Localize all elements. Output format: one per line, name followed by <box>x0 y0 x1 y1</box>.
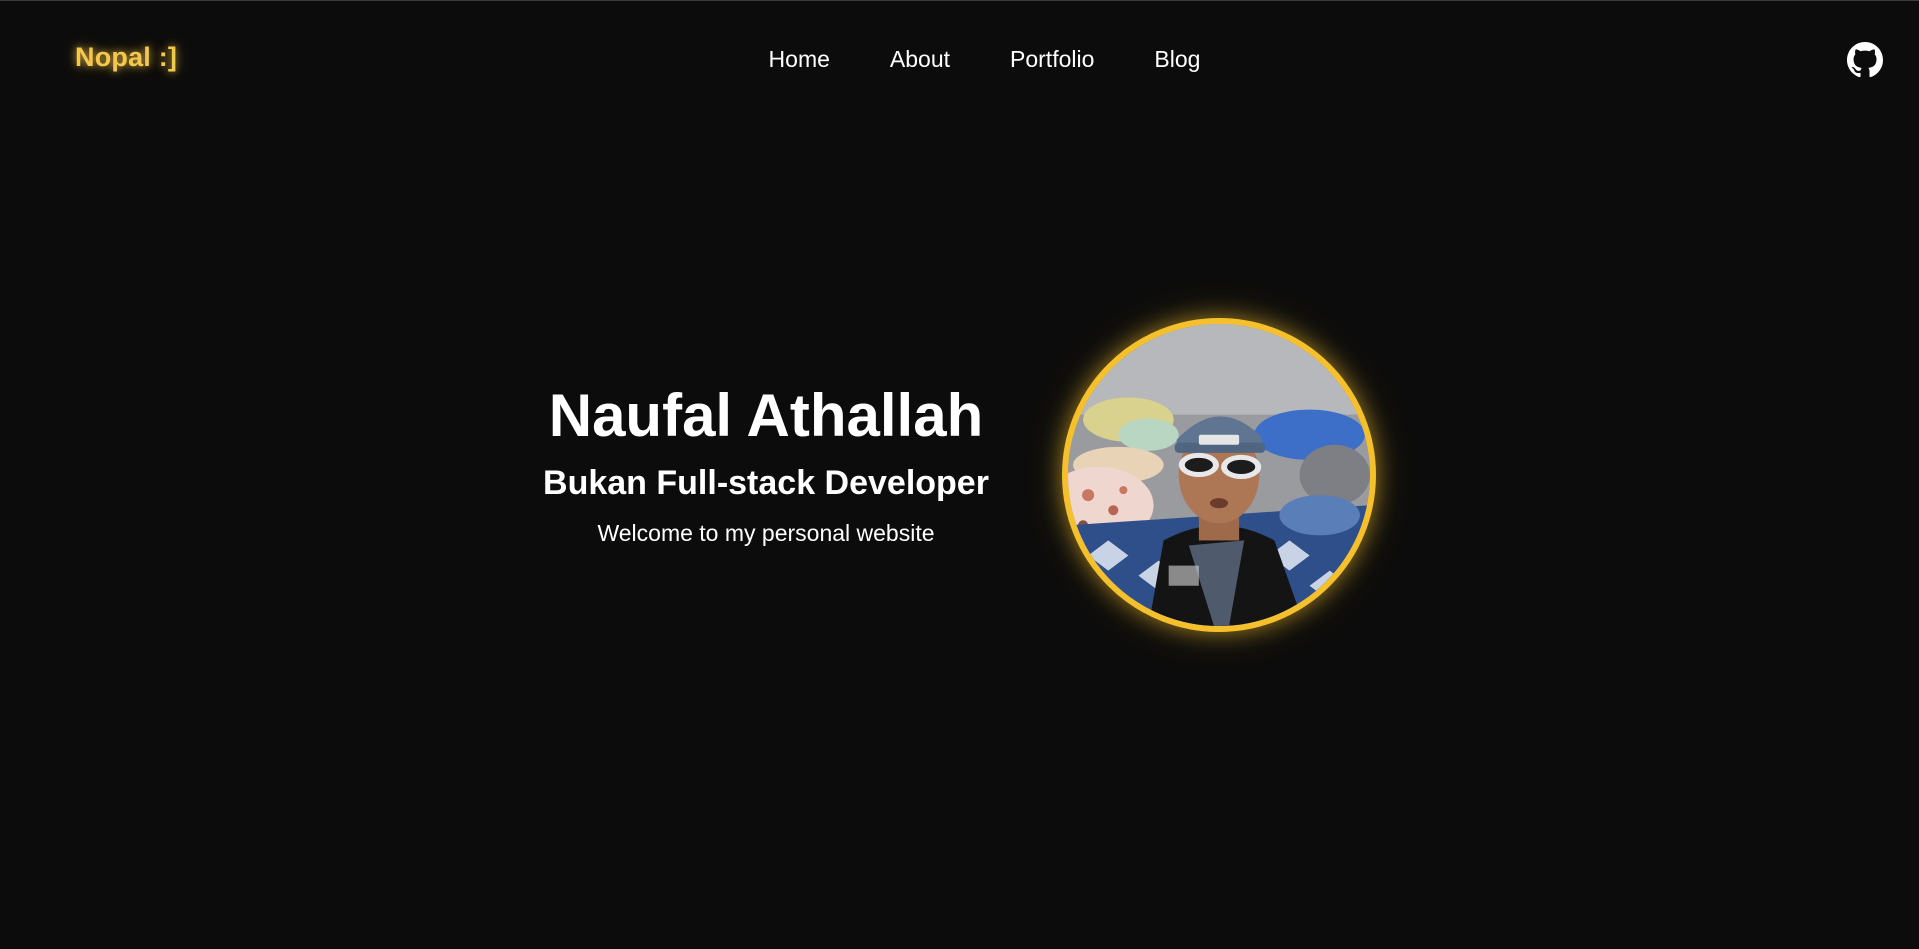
hero-role: Bukan Full-stack Developer <box>543 464 989 502</box>
profile-photo <box>1062 318 1376 632</box>
nav-link-blog[interactable]: Blog <box>1154 46 1200 73</box>
nav-link-about[interactable]: About <box>890 46 950 73</box>
hero-welcome: Welcome to my personal website <box>597 520 935 546</box>
github-icon[interactable] <box>1847 42 1883 78</box>
nav-link-portfolio[interactable]: Portfolio <box>1010 46 1094 73</box>
nav-links: Home About Portfolio Blog <box>0 46 1919 73</box>
navbar: Nopal :] Home About Portfolio Blog <box>0 0 1919 122</box>
nav-link-home[interactable]: Home <box>769 46 830 73</box>
hero-name: Naufal Athallah <box>548 382 984 449</box>
hero-text: Naufal Athallah Bukan Full-stack Develop… <box>500 380 1032 548</box>
